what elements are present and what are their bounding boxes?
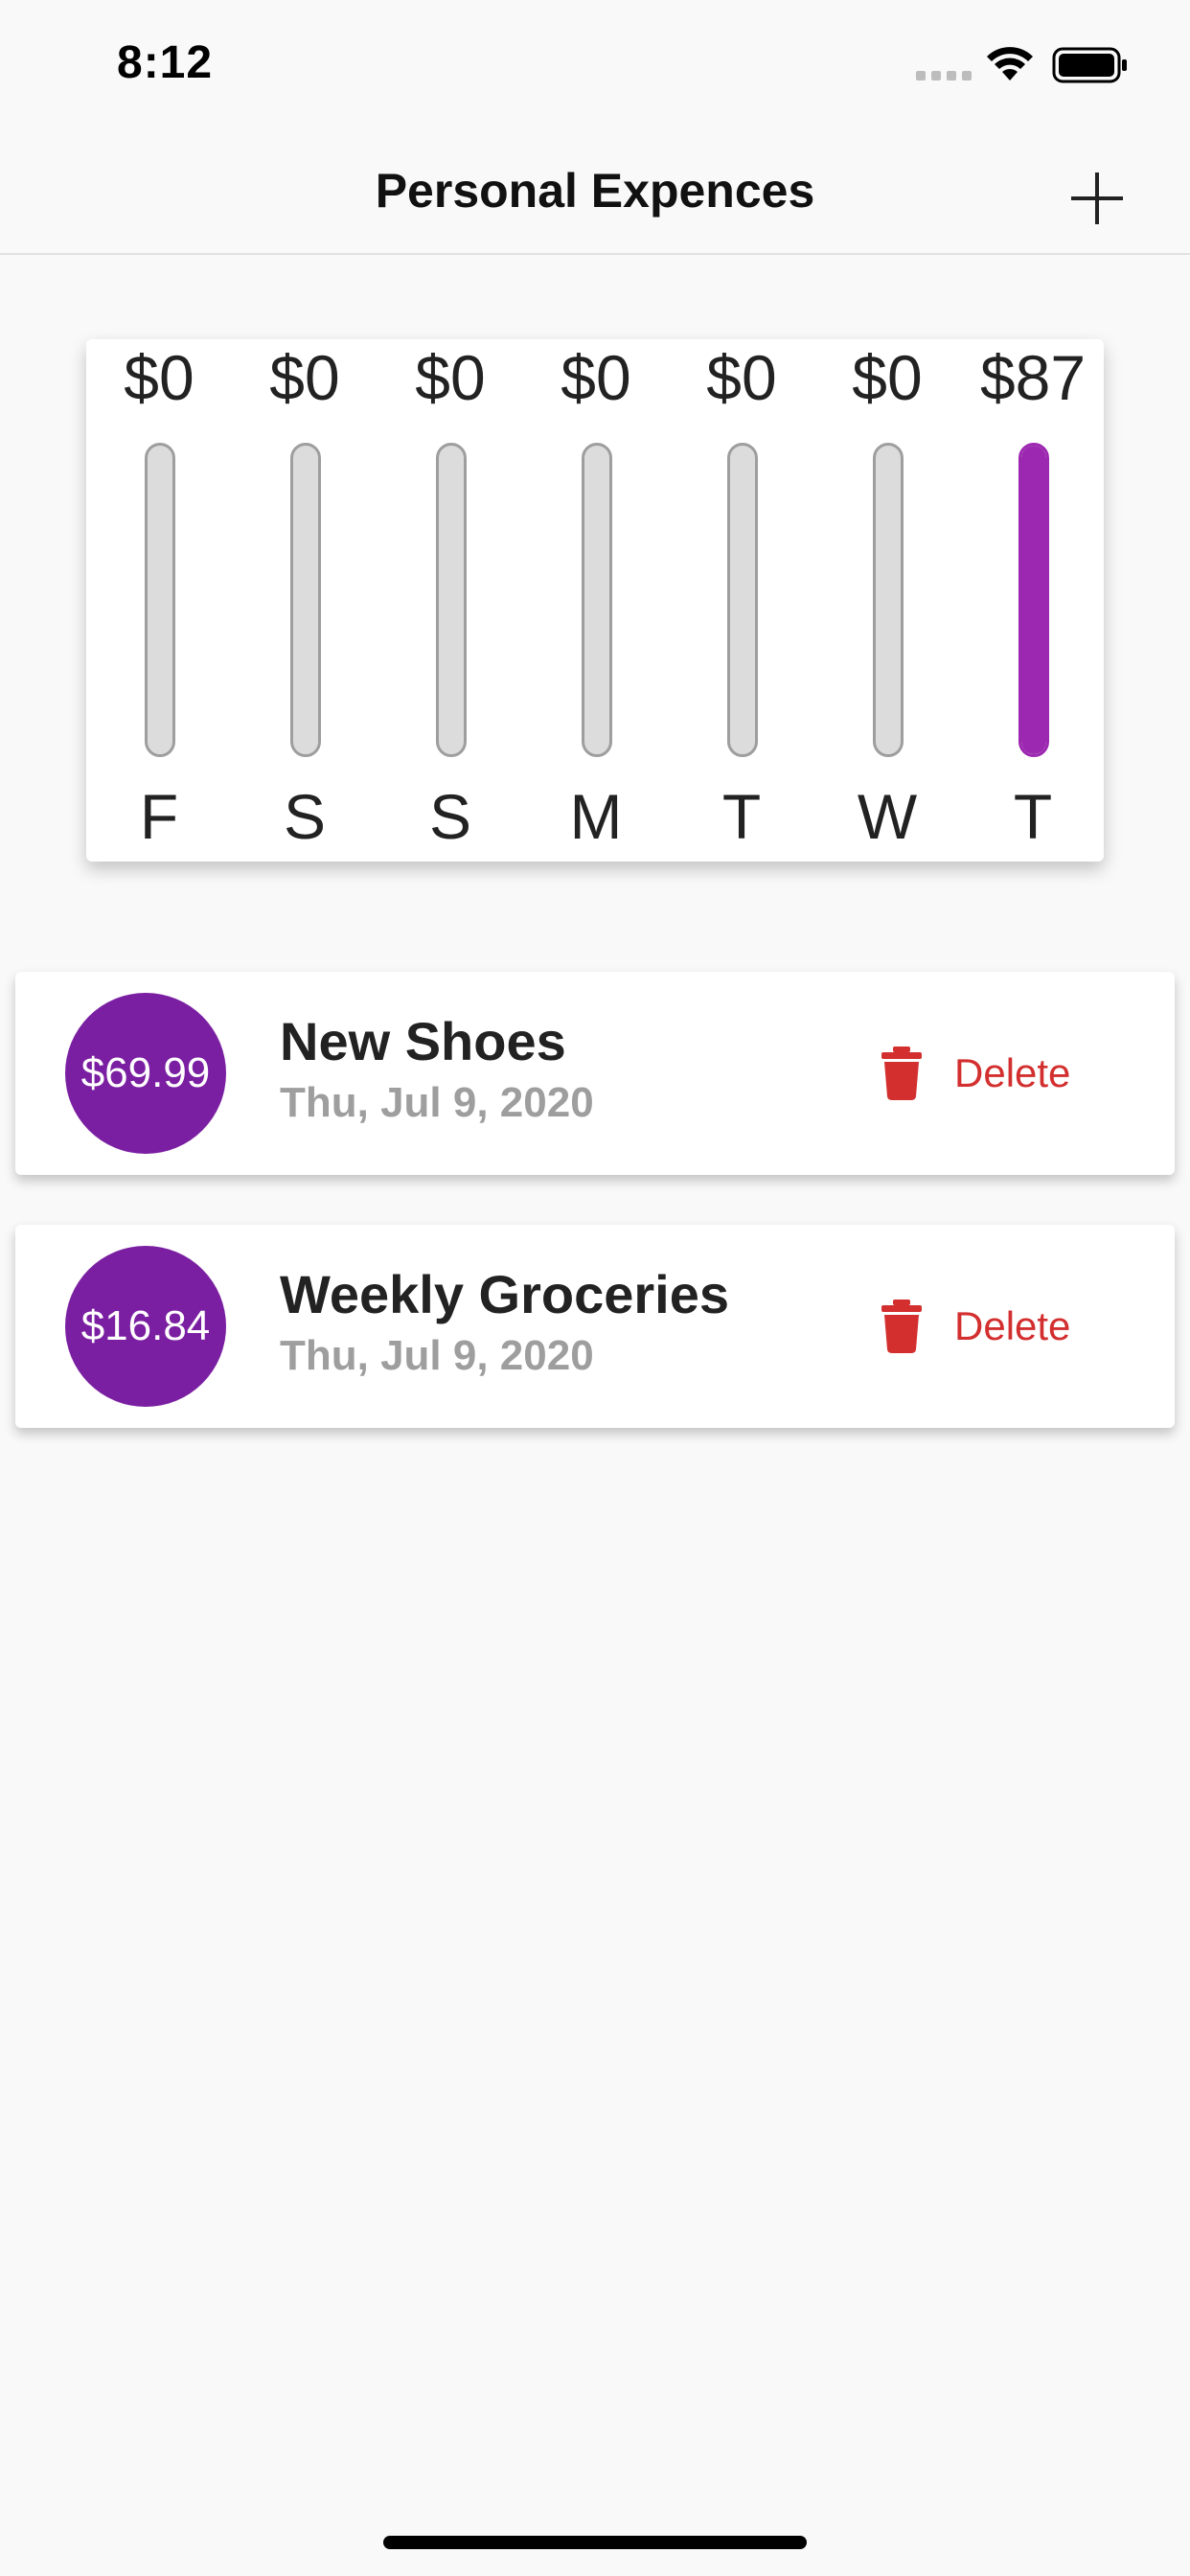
cellular-signal-icon — [916, 71, 972, 80]
chart-bar-column: $0 W — [814, 339, 960, 862]
bar-track — [582, 443, 612, 757]
status-bar: 8:12 — [0, 0, 1190, 134]
bar-day-label: S — [428, 781, 472, 852]
delete-label: Delete — [954, 1303, 1071, 1348]
bar-day-label: T — [1013, 781, 1053, 852]
transaction-card: $16.84 Weekly Groceries Thu, Jul 9, 2020… — [15, 1225, 1175, 1428]
chart-bar-column: $0 F — [86, 339, 232, 862]
bar-track — [145, 443, 175, 757]
transaction-date: Thu, Jul 9, 2020 — [280, 1079, 594, 1126]
home-indicator — [383, 2536, 807, 2549]
bar-day-label: W — [857, 781, 918, 852]
delete-button[interactable]: Delete — [881, 1296, 1070, 1357]
bar-amount-label: $87 — [979, 342, 1087, 413]
chart-bar-column: $87 T — [960, 339, 1106, 862]
bar-fill — [1021, 446, 1046, 754]
app-bar: Personal Expences — [0, 134, 1190, 255]
bar-day-label: T — [721, 781, 762, 852]
transaction-card: $69.99 New Shoes Thu, Jul 9, 2020 Delete — [15, 972, 1175, 1175]
bar-amount-label: $0 — [561, 342, 631, 413]
chart-bar-column: $0 S — [378, 339, 523, 862]
bar-track — [727, 443, 758, 757]
bar-track — [436, 443, 467, 757]
bar-day-label: S — [283, 781, 327, 852]
wifi-icon — [987, 47, 1033, 80]
chart-bar-column: $0 T — [669, 339, 814, 862]
page-title: Personal Expences — [375, 164, 815, 218]
bar-amount-label: $0 — [269, 342, 340, 413]
weekly-chart-card: $0 F $0 S $0 S $0 M $0 T $0 W $87 T — [86, 339, 1104, 862]
transaction-title: Weekly Groceries — [280, 1264, 730, 1324]
delete-label: Delete — [954, 1050, 1071, 1095]
bar-track — [290, 443, 321, 757]
bar-amount-label: $0 — [852, 342, 923, 413]
status-time: 8:12 — [117, 37, 214, 88]
plus-icon[interactable] — [1065, 167, 1129, 230]
bar-day-label: M — [569, 781, 623, 852]
battery-icon — [1052, 47, 1127, 83]
bar-track — [873, 443, 904, 757]
trash-icon — [881, 1300, 922, 1353]
amount-badge: $69.99 — [65, 993, 226, 1154]
bar-track — [1018, 443, 1049, 757]
bar-amount-label: $0 — [124, 342, 195, 413]
transaction-date: Thu, Jul 9, 2020 — [280, 1332, 594, 1379]
chart-bar-column: $0 M — [523, 339, 669, 862]
chart-bar-column: $0 S — [232, 339, 378, 862]
bar-day-label: F — [139, 781, 179, 852]
bar-amount-label: $0 — [706, 342, 777, 413]
trash-icon — [881, 1046, 922, 1100]
bar-amount-label: $0 — [415, 342, 486, 413]
amount-badge: $16.84 — [65, 1246, 226, 1407]
delete-button[interactable]: Delete — [881, 1043, 1070, 1104]
transaction-title: New Shoes — [280, 1011, 566, 1071]
